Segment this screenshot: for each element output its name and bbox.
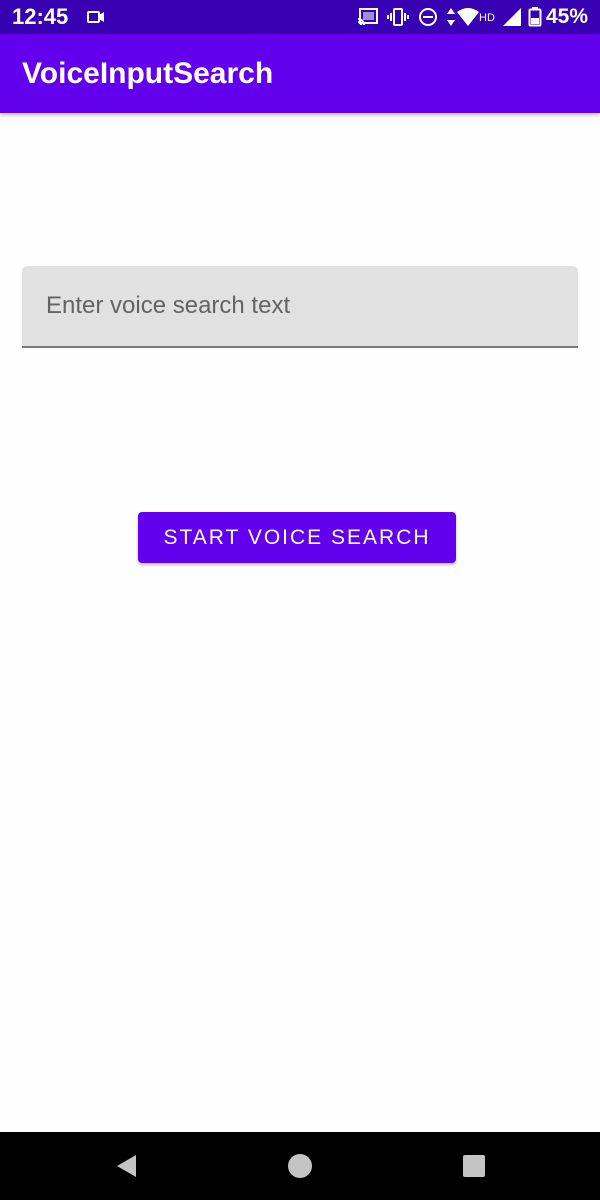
hd-icon: HD: [479, 12, 495, 24]
do-not-disturb-icon: [419, 8, 437, 26]
battery-percentage: 45%: [545, 5, 588, 28]
voice-search-field[interactable]: [22, 266, 578, 348]
start-voice-search-button[interactable]: START VOICE SEARCH: [138, 512, 456, 563]
recents-icon[interactable]: [458, 1150, 490, 1182]
signal-icon: [503, 8, 521, 26]
wifi-icon: [457, 8, 479, 26]
navigation-bar: [0, 1132, 600, 1200]
svg-text:HD: HD: [479, 12, 495, 24]
battery-icon: [528, 7, 542, 27]
vibrate-icon: [387, 8, 409, 26]
cast-icon: [357, 8, 378, 26]
back-icon[interactable]: [110, 1150, 142, 1182]
app-title: VoiceInputSearch: [22, 57, 274, 90]
app-bar: VoiceInputSearch: [0, 34, 600, 113]
home-icon[interactable]: [284, 1150, 316, 1182]
voice-search-input[interactable]: [22, 266, 578, 346]
video-camera-icon: [87, 11, 104, 23]
status-bar: 12:45 HD 45%: [0, 0, 600, 34]
status-time: 12:45: [12, 4, 69, 29]
data-arrows-icon: [447, 8, 455, 26]
